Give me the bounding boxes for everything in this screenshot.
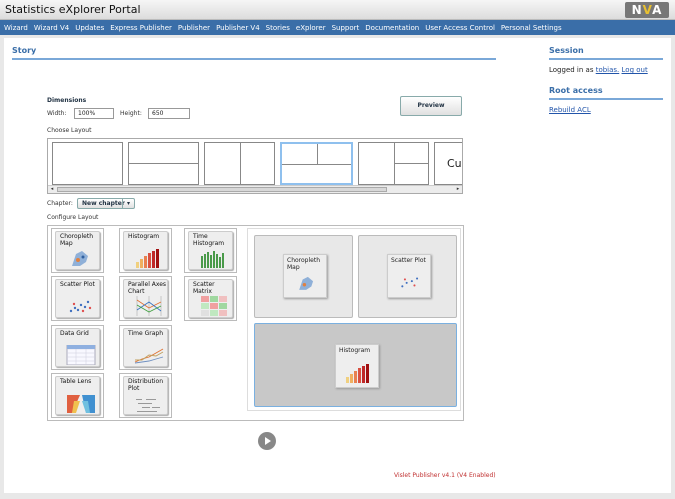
- choose-layout-label: Choose Layout: [47, 127, 92, 134]
- page-title: Story: [12, 46, 37, 55]
- time-graph-icon: [134, 348, 164, 364]
- vis-data-grid[interactable]: Data Grid: [51, 325, 104, 370]
- layout-option-two-top-one-bottom[interactable]: [280, 142, 353, 185]
- scatter-plot-icon: [401, 277, 419, 288]
- vis-table-lens[interactable]: Table Lens: [51, 373, 104, 418]
- parallel-axes-icon: [136, 296, 162, 316]
- height-label: Height:: [120, 110, 142, 117]
- session-heading: Session: [549, 46, 584, 55]
- layout-option-one-left-two-right[interactable]: [358, 142, 429, 185]
- main-nav: Wizard Wizard V4 Updates Express Publish…: [0, 20, 675, 35]
- custom-layout-label: Cu: [447, 157, 462, 170]
- nav-user-access-control[interactable]: User Access Control: [425, 24, 495, 32]
- width-input[interactable]: 100%: [74, 108, 114, 119]
- histogram-icon: [136, 249, 159, 268]
- chapter-select-value: New chapter: [82, 200, 125, 207]
- configure-layout-label: Configure Layout: [47, 214, 99, 221]
- chevron-down-icon: ▾: [122, 199, 134, 208]
- layout-scrollbar[interactable]: ◂ ▸: [48, 185, 462, 193]
- time-histogram-icon: [201, 251, 224, 268]
- title-bar: Statistics eXplorer Portal NVA: [0, 0, 675, 20]
- map-icon: [299, 276, 314, 290]
- canvas-panel-bottom[interactable]: Histogram: [254, 323, 457, 407]
- nav-updates[interactable]: Updates: [75, 24, 104, 32]
- scroll-thumb[interactable]: [57, 187, 387, 192]
- nav-support[interactable]: Support: [332, 24, 360, 32]
- layout-option-single[interactable]: [52, 142, 123, 185]
- vis-scatter-plot[interactable]: Scatter Plot: [51, 276, 104, 321]
- play-button[interactable]: [258, 432, 276, 450]
- session-divider: [549, 58, 663, 60]
- layout-option-two-rows[interactable]: [128, 142, 199, 185]
- height-input[interactable]: 650: [148, 108, 190, 119]
- app-title: Statistics eXplorer Portal: [5, 3, 141, 16]
- scatter-plot-icon: [69, 300, 92, 313]
- distribution-plot-icon: [136, 399, 160, 412]
- canvas-panel-top-left[interactable]: Choropleth Map: [254, 235, 353, 318]
- chapter-select[interactable]: New chapter ▾: [77, 198, 135, 209]
- histogram-icon: [346, 364, 369, 383]
- nva-logo: NVA: [625, 2, 669, 18]
- footer-version: Vislet Publisher v4.1 (V4 Enabled): [394, 472, 496, 479]
- title-divider: [12, 58, 496, 60]
- scroll-right-arrow[interactable]: ▸: [454, 186, 462, 193]
- root-access-heading: Root access: [549, 86, 603, 95]
- content-area: Story Session Logged in as tobias. Log o…: [4, 38, 671, 493]
- vis-histogram[interactable]: Histogram: [119, 228, 172, 273]
- vis-time-graph[interactable]: Time Graph: [119, 325, 172, 370]
- width-label: Width:: [47, 110, 67, 117]
- vis-scatter-matrix[interactable]: Scatter Matrix: [184, 276, 237, 321]
- preview-button[interactable]: Preview: [400, 96, 462, 116]
- dimensions-label: Dimensions: [47, 97, 87, 104]
- nav-personal-settings[interactable]: Personal Settings: [501, 24, 562, 32]
- logged-in-label: Logged in as: [549, 66, 594, 74]
- vis-time-histogram[interactable]: Time Histogram: [184, 228, 237, 273]
- nav-publisher[interactable]: Publisher: [178, 24, 210, 32]
- root-divider: [549, 98, 663, 100]
- session-info: Logged in as tobias. Log out: [549, 66, 648, 74]
- nav-wizard[interactable]: Wizard: [4, 24, 28, 32]
- chapter-label: Chapter:: [47, 200, 73, 207]
- vis-distribution-plot[interactable]: Distribution Plot: [119, 373, 172, 418]
- canvas-panel-top-right[interactable]: Scatter Plot: [358, 235, 457, 318]
- username-link[interactable]: tobias.: [596, 66, 620, 74]
- data-grid-icon: [66, 345, 96, 365]
- nav-stories[interactable]: Stories: [266, 24, 290, 32]
- nav-wizard-v4[interactable]: Wizard V4: [34, 24, 69, 32]
- table-lens-icon: [67, 395, 95, 413]
- layout-option-custom[interactable]: Cu: [434, 142, 462, 185]
- nav-documentation[interactable]: Documentation: [365, 24, 419, 32]
- layout-chooser: Cu ◂ ▸: [47, 138, 463, 194]
- vis-choropleth-map[interactable]: Choropleth Map: [51, 228, 104, 273]
- scatter-matrix-icon: [201, 296, 227, 316]
- nav-explorer[interactable]: eXplorer: [296, 24, 326, 32]
- layout-canvas: Choropleth Map Scatter Plot Histogram: [247, 228, 461, 411]
- scroll-left-arrow[interactable]: ◂: [48, 186, 56, 193]
- rebuild-acl-link[interactable]: Rebuild ACL: [549, 106, 591, 114]
- layout-option-two-columns[interactable]: [204, 142, 275, 185]
- vis-parallel-axes-chart[interactable]: Parallel Axes Chart: [119, 276, 172, 321]
- map-icon: [72, 251, 88, 266]
- nav-express-publisher[interactable]: Express Publisher: [110, 24, 172, 32]
- nav-publisher-v4[interactable]: Publisher V4: [216, 24, 260, 32]
- logout-link[interactable]: Log out: [622, 66, 648, 74]
